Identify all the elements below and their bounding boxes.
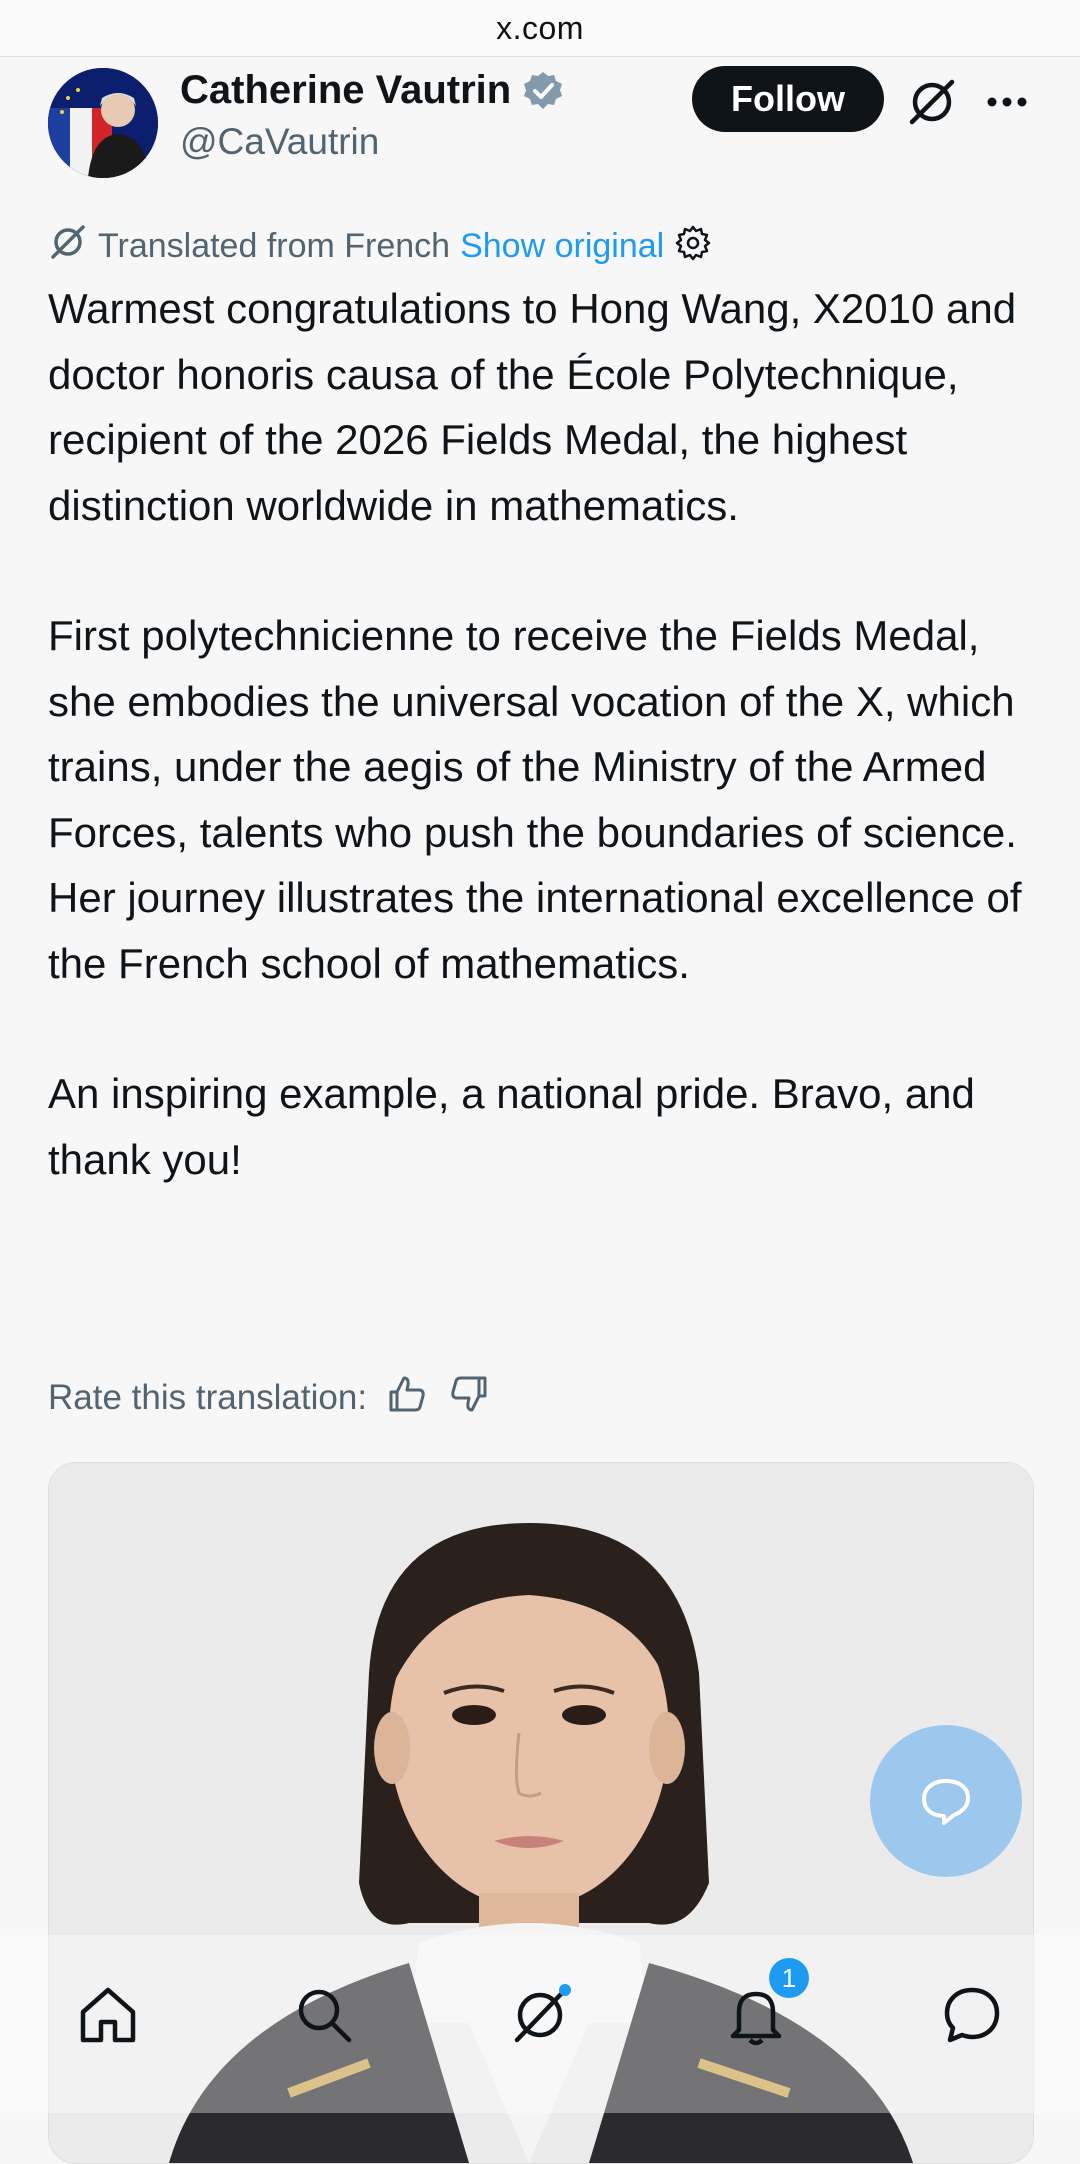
- avatar[interactable]: [48, 68, 158, 178]
- translation-bar: Translated from French Show original: [48, 222, 712, 270]
- tweet-paragraph-3: An inspiring example, a national pride. …: [48, 1070, 987, 1183]
- grok-nav-icon[interactable]: [505, 1980, 575, 2050]
- author-name[interactable]: Catherine Vautrin: [180, 68, 511, 113]
- tweet-paragraph-2: First polytechnicienne to receive the Fi…: [48, 612, 1034, 987]
- author-info[interactable]: Catherine Vautrin @CaVautrin: [180, 68, 565, 163]
- bottom-navigation: 1: [0, 1935, 1080, 2113]
- author-handle[interactable]: @CaVautrin: [180, 121, 565, 163]
- notification-count-badge: 1: [769, 1958, 809, 1998]
- messages-icon[interactable]: [937, 1980, 1007, 2050]
- compose-reply-button[interactable]: [870, 1725, 1022, 1877]
- rate-label: Rate this translation:: [48, 1378, 368, 1417]
- notifications-icon[interactable]: 1: [721, 1958, 809, 2050]
- gear-icon[interactable]: [674, 223, 712, 270]
- search-icon[interactable]: [289, 1980, 359, 2050]
- show-original-link[interactable]: Show original: [460, 227, 664, 266]
- tweet-text: Warmest congratulations to Hong Wang, X2…: [48, 276, 1038, 1192]
- chat-bubble-icon: [922, 1779, 970, 1825]
- thumbs-up-icon[interactable]: [385, 1372, 429, 1425]
- follow-button[interactable]: Follow: [692, 66, 884, 132]
- home-icon[interactable]: [73, 1980, 143, 2050]
- grok-icon[interactable]: [904, 74, 960, 130]
- more-icon[interactable]: [982, 82, 1032, 122]
- thumbs-down-icon[interactable]: [447, 1372, 491, 1425]
- verified-badge-icon: [521, 69, 565, 113]
- tweet-paragraph-1: Warmest congratulations to Hong Wang, X2…: [48, 285, 1028, 529]
- rate-translation: Rate this translation:: [48, 1370, 491, 1426]
- grok-translate-icon: [48, 222, 88, 271]
- address-bar[interactable]: x.com: [0, 0, 1080, 57]
- translated-label: Translated from French: [98, 226, 451, 265]
- tweet-header: Catherine Vautrin @CaVautrin Follow: [0, 56, 1080, 206]
- url-text: x.com: [496, 9, 584, 46]
